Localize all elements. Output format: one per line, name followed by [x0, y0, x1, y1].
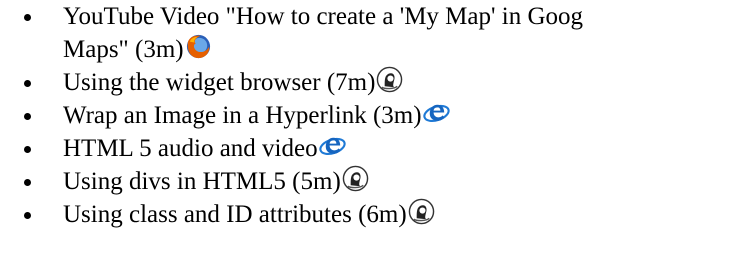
lynda-icon	[376, 66, 403, 93]
class-id-attributes-link[interactable]: Using class and ID attributes (6m)	[63, 201, 407, 228]
bullet	[24, 80, 31, 87]
wrap-image-hyperlink-link[interactable]: Wrap an Image in a Hyperlink (3m)	[63, 102, 422, 129]
lynda-icon	[342, 165, 369, 192]
list-item: Using class and ID attributes (6m)	[0, 198, 734, 231]
link-text-line2: Maps" (3m)	[63, 36, 184, 63]
bullet	[24, 212, 31, 219]
divs-html5-link[interactable]: Using divs in HTML5 (5m)	[63, 168, 341, 195]
list-item: YouTube Video "How to create a 'My Map' …	[0, 0, 734, 66]
link-text-line1: YouTube Video "How to create a 'My Map' …	[63, 3, 584, 30]
bullet	[24, 14, 31, 21]
html5-audio-video-link[interactable]: HTML 5 audio and video	[63, 135, 318, 162]
bullet	[24, 179, 31, 186]
lynda-icon	[408, 198, 435, 225]
bullet	[24, 113, 31, 120]
list-item: Using the widget browser (7m)	[0, 66, 734, 99]
resource-list: YouTube Video "How to create a 'My Map' …	[0, 0, 734, 231]
internet-explorer-icon	[318, 132, 346, 159]
list-item: HTML 5 audio and video	[0, 132, 734, 165]
widget-browser-link[interactable]: Using the widget browser (7m)	[63, 69, 375, 96]
bullet	[24, 146, 31, 153]
list-item: Wrap an Image in a Hyperlink (3m)	[0, 99, 734, 132]
firefox-icon	[185, 33, 212, 60]
youtube-my-map-link[interactable]: YouTube Video "How to create a 'My Map' …	[63, 3, 583, 63]
list-item: Using divs in HTML5 (5m)	[0, 165, 734, 198]
internet-explorer-icon	[422, 99, 450, 126]
